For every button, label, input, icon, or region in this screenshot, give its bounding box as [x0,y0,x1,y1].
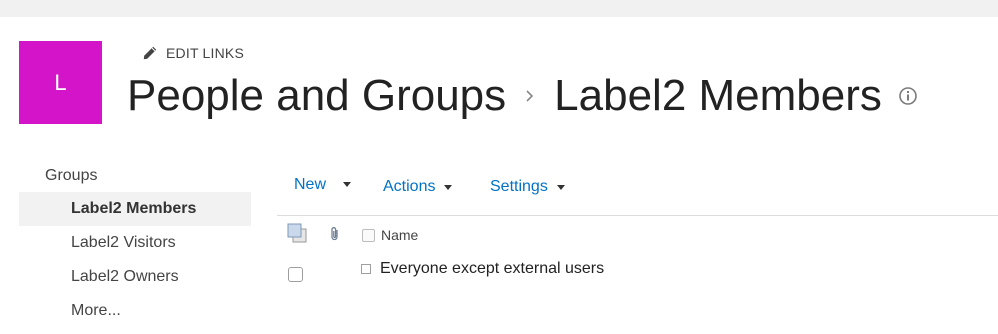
name-column-header[interactable]: Name [381,227,418,243]
nav-item-more[interactable]: More... [19,294,251,328]
row-select-checkbox[interactable] [288,267,303,282]
command-bar-divider [277,215,998,216]
nav-item-label2-visitors[interactable]: Label2 Visitors [19,226,251,260]
actions-menu-button[interactable]: Actions [383,172,453,202]
site-logo-letter: L [54,69,67,95]
select-all-icon[interactable] [287,223,307,248]
settings-label: Settings [490,178,548,195]
breadcrumb-chevron-icon [526,90,534,102]
site-logo[interactable]: L [19,41,102,124]
chevron-down-icon [444,184,453,190]
new-menu-button[interactable]: New [294,172,352,202]
top-bar [0,0,998,17]
table-row[interactable]: Everyone except external users [277,258,997,286]
settings-menu-button[interactable]: Settings [490,172,565,202]
breadcrumb: People and Groups Label2 Members [127,68,918,124]
info-icon[interactable] [898,86,918,106]
new-label: New [294,176,327,193]
quick-launch-header[interactable]: Groups [19,160,251,192]
edit-links-link[interactable]: EDIT LINKS [142,45,244,61]
row-name-link[interactable]: Everyone except external users [380,260,604,278]
actions-label: Actions [383,178,436,195]
pencil-icon [143,46,157,60]
nav-item-label2-members[interactable]: Label2 Members [19,192,251,226]
edit-links-label: EDIT LINKS [166,45,244,61]
chevron-down-icon [556,184,565,190]
item-type-icon [361,264,371,274]
page-title: Label2 Members [554,71,882,120]
command-bar: New Actions Settings [277,172,997,202]
chevron-down-icon [343,181,352,187]
quick-launch-nav: Groups Label2 Members Label2 Visitors La… [19,160,251,328]
list-header-row: Name [277,222,997,250]
nav-item-label2-owners[interactable]: Label2 Owners [19,260,251,294]
attachment-icon [329,226,341,247]
breadcrumb-parent-link[interactable]: People and Groups [127,68,506,124]
name-column-checkbox[interactable] [362,229,375,242]
